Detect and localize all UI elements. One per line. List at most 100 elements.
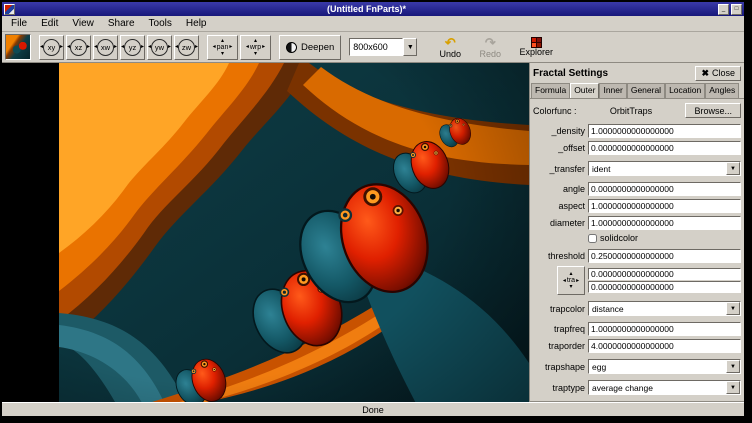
window-menu-button[interactable]: [4, 4, 15, 15]
pan-left-icon[interactable]: ◂: [213, 44, 216, 50]
rotate-xw-label: xw: [97, 39, 114, 56]
resolution-dropdown-button[interactable]: ▼: [403, 38, 417, 56]
menu-item-tools[interactable]: Tools: [142, 17, 179, 30]
offset-input[interactable]: [588, 141, 741, 155]
tab-outer[interactable]: Outer: [570, 83, 599, 98]
colorfunc-label: Colorfunc :: [533, 106, 577, 116]
explorer-label: Explorer: [520, 48, 554, 57]
redo-label: Redo: [480, 50, 502, 59]
menu-item-share[interactable]: Share: [101, 17, 142, 30]
warp-right-icon[interactable]: ▸: [262, 44, 265, 50]
trapshape-select[interactable]: egg ▼: [588, 359, 741, 374]
app-window: (Untitled FnParts)* _ □ File Edit View S…: [1, 1, 745, 417]
trapcolor-dropdown-button[interactable]: ▼: [726, 302, 740, 315]
threshold-input[interactable]: [588, 249, 741, 263]
chevron-down-icon: ▼: [730, 166, 736, 172]
trapshape-value: egg: [589, 362, 726, 372]
browse-button[interactable]: Browse...: [685, 103, 741, 118]
maximize-button[interactable]: □: [731, 4, 742, 15]
redo-icon: ↷: [485, 36, 496, 50]
traporder-input[interactable]: [588, 339, 741, 353]
colorfunc-value: OrbitTraps: [580, 106, 683, 116]
tra-input-2[interactable]: [588, 281, 741, 293]
toolbar: xy xz xw yz yw zw ▴ ◂ pan ▸ ▾ ▴: [2, 32, 744, 63]
diameter-row: diameter: [533, 216, 741, 230]
preview-thumbnail[interactable]: [5, 34, 31, 60]
fractal-settings-panel: Fractal Settings ✖ Close Formula Outer I…: [529, 63, 744, 402]
angle-row: angle: [533, 182, 741, 196]
rotate-xy-button[interactable]: xy: [39, 35, 64, 60]
solidcolor-row: solidcolor: [588, 233, 741, 243]
solidcolor-label: solidcolor: [600, 233, 638, 243]
deepen-button[interactable]: Deepen: [279, 35, 341, 60]
trapfreq-input[interactable]: [588, 322, 741, 336]
menu-bar: File Edit View Share Tools Help: [2, 16, 744, 32]
threshold-label: threshold: [533, 251, 585, 261]
traptype-value: average change: [589, 383, 726, 393]
diameter-input[interactable]: [588, 216, 741, 230]
trapshape-dropdown-button[interactable]: ▼: [726, 360, 740, 373]
undo-label: Undo: [440, 50, 462, 59]
transfer-select[interactable]: ident ▼: [588, 161, 741, 176]
trapfreq-label: trapfreq: [533, 324, 585, 334]
undo-button[interactable]: ↶ Undo: [431, 33, 469, 62]
trapcolor-value: distance: [589, 304, 726, 314]
tab-location[interactable]: Location: [665, 83, 705, 98]
warp-pad[interactable]: ▴ ◂ wrp ▸ ▾: [240, 35, 271, 60]
angle-label: angle: [533, 184, 585, 194]
traptype-select[interactable]: average change ▼: [588, 380, 741, 395]
menu-item-view[interactable]: View: [65, 17, 101, 30]
rotate-yz-button[interactable]: yz: [120, 35, 145, 60]
tra-pad[interactable]: ▴ ◂ tra ▸ ▾: [557, 266, 585, 295]
tra-inputs: [588, 268, 741, 293]
tab-formula[interactable]: Formula: [531, 83, 570, 98]
rotate-xz-button[interactable]: xz: [66, 35, 91, 60]
tra-input-1[interactable]: [588, 268, 741, 280]
rotate-xz-label: xz: [70, 39, 87, 56]
tra-down-icon[interactable]: ▾: [569, 284, 572, 290]
rotate-zw-button[interactable]: zw: [174, 35, 199, 60]
menu-item-help[interactable]: Help: [179, 17, 214, 30]
angle-input[interactable]: [588, 182, 741, 196]
transfer-dropdown-button[interactable]: ▼: [726, 162, 740, 175]
density-input[interactable]: [588, 124, 741, 138]
pan-right-icon[interactable]: ▸: [229, 44, 232, 50]
resolution-value[interactable]: 800x600: [349, 38, 403, 56]
traptype-dropdown-button[interactable]: ▼: [726, 381, 740, 394]
solidcolor-checkbox[interactable]: [588, 234, 597, 243]
aspect-input[interactable]: [588, 199, 741, 213]
trapfreq-row: trapfreq: [533, 322, 741, 336]
chevron-down-icon: ▼: [730, 364, 736, 370]
rotate-yw-label: yw: [151, 39, 168, 56]
trapcolor-select[interactable]: distance ▼: [588, 301, 741, 316]
warp-down-icon[interactable]: ▾: [254, 51, 257, 57]
explorer-button[interactable]: Explorer: [517, 33, 555, 62]
pan-pad[interactable]: ▴ ◂ pan ▸ ▾: [207, 35, 238, 60]
rotate-zw-label: zw: [178, 39, 195, 56]
traporder-label: traporder: [533, 341, 585, 351]
tab-inner[interactable]: Inner: [599, 83, 626, 98]
tab-general[interactable]: General: [627, 83, 665, 98]
menu-item-file[interactable]: File: [4, 17, 34, 30]
density-row: _density: [533, 124, 741, 138]
fractal-canvas[interactable]: [2, 63, 529, 402]
close-button[interactable]: ✖ Close: [695, 66, 741, 81]
resolution-combo[interactable]: 800x600 ▼: [349, 38, 417, 56]
deepen-icon: [286, 42, 297, 53]
rotate-yz-label: yz: [124, 39, 141, 56]
close-icon: ✖: [701, 68, 709, 79]
traptype-label: traptype: [533, 383, 585, 393]
rotate-yw-button[interactable]: yw: [147, 35, 172, 60]
minimize-button[interactable]: _: [718, 4, 729, 15]
deepen-label: Deepen: [301, 42, 334, 53]
status-bar: Done: [2, 402, 744, 416]
panel-tabs: Formula Outer Inner General Location Ang…: [530, 83, 744, 98]
menu-item-edit[interactable]: Edit: [34, 17, 65, 30]
warp-left-icon[interactable]: ◂: [246, 44, 249, 50]
tab-angles[interactable]: Angles: [705, 83, 739, 98]
tra-left-icon[interactable]: ◂: [563, 278, 566, 284]
tra-right-icon[interactable]: ▸: [576, 278, 579, 284]
pan-down-icon[interactable]: ▾: [221, 51, 224, 57]
rotate-xw-button[interactable]: xw: [93, 35, 118, 60]
fractal-image[interactable]: [59, 63, 529, 402]
